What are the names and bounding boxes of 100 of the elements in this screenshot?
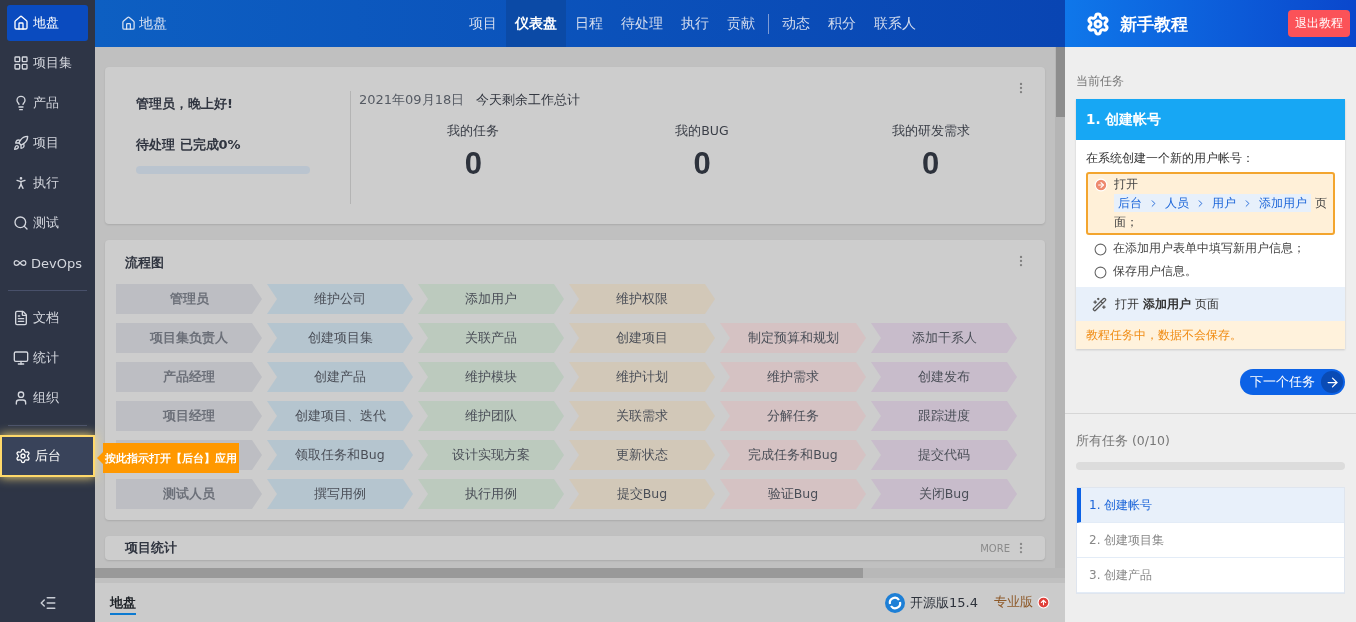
- flow-step: 提交代码: [871, 440, 1017, 470]
- flow-step: 维护模块: [418, 362, 564, 392]
- nav-tab[interactable]: 待处理: [612, 0, 672, 47]
- collapse-icon[interactable]: [38, 594, 57, 612]
- task-list-item[interactable]: 3. 创建产品: [1077, 558, 1344, 593]
- arrow-icon: [1324, 374, 1340, 390]
- breadcrumb-link[interactable]: 地盘: [121, 14, 460, 33]
- rocket-icon: [13, 135, 29, 151]
- stat-value[interactable]: 0: [464, 146, 482, 182]
- flow-step: 分解任务: [720, 401, 866, 431]
- flow-step: 设计实现方案: [418, 440, 564, 470]
- task-list-item[interactable]: 2. 创建项目集: [1077, 523, 1344, 558]
- nav-tab[interactable]: 执行: [672, 0, 718, 47]
- nav-tab[interactable]: 日程: [566, 0, 612, 47]
- flow-step: 关联需求: [569, 401, 715, 431]
- flow-step: 制定预算和规划: [720, 323, 866, 353]
- next-task-button[interactable]: 下一个任务: [1240, 369, 1345, 395]
- sidebar-item[interactable]: 执行: [7, 165, 88, 201]
- panel-title: 新手教程: [1120, 13, 1189, 36]
- scrollbar[interactable]: [95, 568, 1065, 578]
- sidebar-item[interactable]: 项目: [7, 125, 88, 161]
- flow-step: 添加用户: [418, 284, 564, 314]
- flow-step: 撰写用例: [267, 479, 413, 509]
- settings-icon: [15, 448, 31, 464]
- flow-step: 创建项目、迭代: [267, 401, 413, 431]
- role-step: 管理员: [116, 284, 262, 314]
- nav-tab[interactable]: 项目: [460, 0, 506, 47]
- role-step: 产品经理: [116, 362, 262, 392]
- search-icon: [13, 215, 29, 231]
- upgrade-link[interactable]: 专业版: [994, 594, 1050, 611]
- flow-step: 跟踪进度: [871, 401, 1017, 431]
- section-label: 所有任务 (0/10): [1076, 433, 1171, 449]
- flow-step: 关联产品: [418, 323, 564, 353]
- flow-step: 维护团队: [418, 401, 564, 431]
- flow-step: 维护计划: [569, 362, 715, 392]
- sidebar-item[interactable]: 产品: [7, 85, 88, 121]
- stat-value[interactable]: 0: [693, 146, 711, 182]
- sidebar-item[interactable]: 组织: [7, 380, 88, 416]
- nav-tab[interactable]: 仪表盘: [506, 0, 566, 47]
- document-icon: [13, 310, 29, 326]
- tooltip: 按此指示打开【后台】应用: [97, 443, 239, 473]
- version-label: 开源版15.4: [910, 593, 978, 612]
- nav-tab[interactable]: 动态: [773, 0, 819, 47]
- sidebar-item[interactable]: 文档: [7, 300, 88, 336]
- hint-text: 打开 添加用户 页面: [1115, 295, 1219, 313]
- step-text: 打开 后台 人员 用户 添加用户 页面；: [1114, 176, 1328, 231]
- sidebar-item[interactable]: 后台: [0, 435, 95, 477]
- nav-tab[interactable]: 联系人: [865, 0, 925, 47]
- circle-icon: [1094, 243, 1107, 256]
- figure-icon: [13, 175, 29, 191]
- flow-step: 维护公司: [267, 284, 413, 314]
- flow-step: 完成任务和Bug: [720, 440, 866, 470]
- flow-step: 提交Bug: [569, 479, 715, 509]
- flow-step: 添加干系人: [871, 323, 1017, 353]
- circle-icon: [1094, 266, 1107, 279]
- flow-step: 关闭Bug: [871, 479, 1017, 509]
- role-step: 测试人员: [116, 479, 262, 509]
- stat-value[interactable]: 0: [922, 146, 940, 182]
- card-title: 项目统计: [125, 539, 177, 557]
- lightbulb-icon: [13, 95, 29, 111]
- task-description: 在系统创建一个新的用户帐号：: [1085, 150, 1255, 167]
- footer-tab[interactable]: 地盘: [110, 590, 136, 615]
- flow-step: 维护需求: [720, 362, 866, 392]
- flow-step: 执行用例: [418, 479, 564, 509]
- sidebar-item[interactable]: 项目集: [7, 45, 88, 81]
- sidebar-item[interactable]: DevOps: [7, 245, 88, 281]
- summary-title: 今天剩余工作总计: [476, 91, 581, 109]
- swirl-logo-icon: [884, 591, 907, 614]
- flow-step: 创建项目: [569, 323, 715, 353]
- home-icon: [121, 16, 136, 31]
- exit-button[interactable]: 退出教程: [1288, 10, 1350, 37]
- stat-label: 我的研发需求: [891, 123, 970, 140]
- role-step: 项目经理: [116, 401, 262, 431]
- card-title: 流程图: [125, 255, 164, 271]
- progress-label: 待处理 已完成0%: [136, 136, 242, 154]
- flow-step: 创建发布: [871, 362, 1017, 392]
- nav-tab[interactable]: 积分: [819, 0, 865, 47]
- flow-step: 创建项目集: [267, 323, 413, 353]
- step-text: 保存用户信息。: [1113, 263, 1197, 280]
- flow-step: 创建产品: [267, 362, 413, 392]
- monitor-icon: [13, 350, 29, 366]
- sidebar-item[interactable]: 统计: [7, 340, 88, 376]
- sidebar-item[interactable]: 地盘: [7, 5, 88, 41]
- role-step: 项目集负责人: [116, 323, 262, 353]
- upgrade-icon: [1037, 596, 1050, 609]
- nav-tab[interactable]: 贡献: [718, 0, 764, 47]
- section-label: 当前任务: [1076, 73, 1125, 89]
- flow-step: 验证Bug: [720, 479, 866, 509]
- flow-step: 维护权限: [569, 284, 715, 314]
- task-list-item[interactable]: 1. 创建帐号: [1077, 488, 1344, 523]
- home-icon: [13, 15, 29, 31]
- wand-icon: [1092, 296, 1107, 312]
- date: 2021年09月18日: [359, 91, 465, 109]
- warning-text: 教程任务中，数据不会保存。: [1076, 321, 1345, 349]
- menu-path[interactable]: 后台 人员 用户 添加用户: [1114, 194, 1311, 212]
- scrollbar[interactable]: [1055, 47, 1065, 568]
- stat-label: 我的任务: [447, 123, 500, 140]
- sidebar-item[interactable]: 测试: [7, 205, 88, 241]
- gear-icon: [1086, 11, 1110, 36]
- task-title: 1. 创建帐号: [1076, 99, 1345, 140]
